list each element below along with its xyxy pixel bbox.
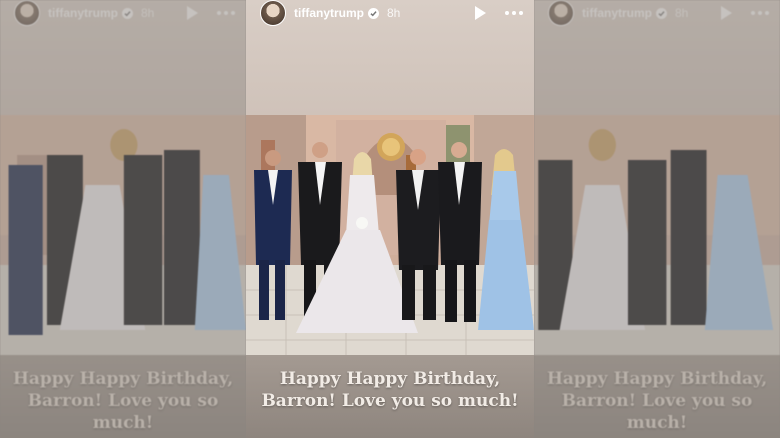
story-caption: Happy Happy Birthday, Barron! Love you s… — [546, 369, 768, 433]
story-caption: Happy Happy Birthday, Barron! Love you s… — [12, 369, 234, 433]
verified-badge-icon — [656, 7, 667, 19]
story-photo — [246, 115, 534, 355]
story-time: 8h — [141, 6, 155, 20]
profile-avatar — [548, 0, 574, 26]
story-caption: Happy Happy Birthday, Barron! Love you s… — [261, 369, 519, 411]
play-icon[interactable] — [472, 5, 488, 21]
story-header: tiffanytrump 8h — [534, 0, 780, 26]
verified-badge-icon — [122, 7, 133, 19]
story-photo — [0, 115, 246, 355]
story-username: tiffanytrump — [582, 6, 652, 20]
story-photo — [534, 115, 780, 355]
story-header: tiffanytrump 8h — [0, 0, 246, 26]
story-username: tiffanytrump — [48, 6, 118, 20]
story-main-panel[interactable]: tiffanytrump 8h Happy Happy Birthday, Ba… — [246, 0, 534, 438]
more-options-icon — [217, 11, 235, 15]
story-username[interactable]: tiffanytrump — [294, 6, 364, 20]
left-blurred-story-copy: tiffanytrump 8h Happy Happy Birthday, Ba… — [0, 0, 246, 438]
story-time: 8h — [675, 6, 689, 20]
profile-avatar — [14, 0, 40, 26]
profile-avatar[interactable] — [260, 0, 286, 26]
story-header: tiffanytrump 8h — [246, 0, 534, 26]
story-time: 8h — [387, 6, 401, 20]
play-icon — [187, 6, 198, 20]
more-options-icon[interactable] — [504, 5, 524, 21]
right-blurred-story-copy: tiffanytrump 8h Happy Happy Birthday, Ba… — [534, 0, 780, 438]
play-icon — [721, 6, 732, 20]
more-options-icon — [751, 11, 769, 15]
verified-badge-icon — [368, 7, 379, 19]
